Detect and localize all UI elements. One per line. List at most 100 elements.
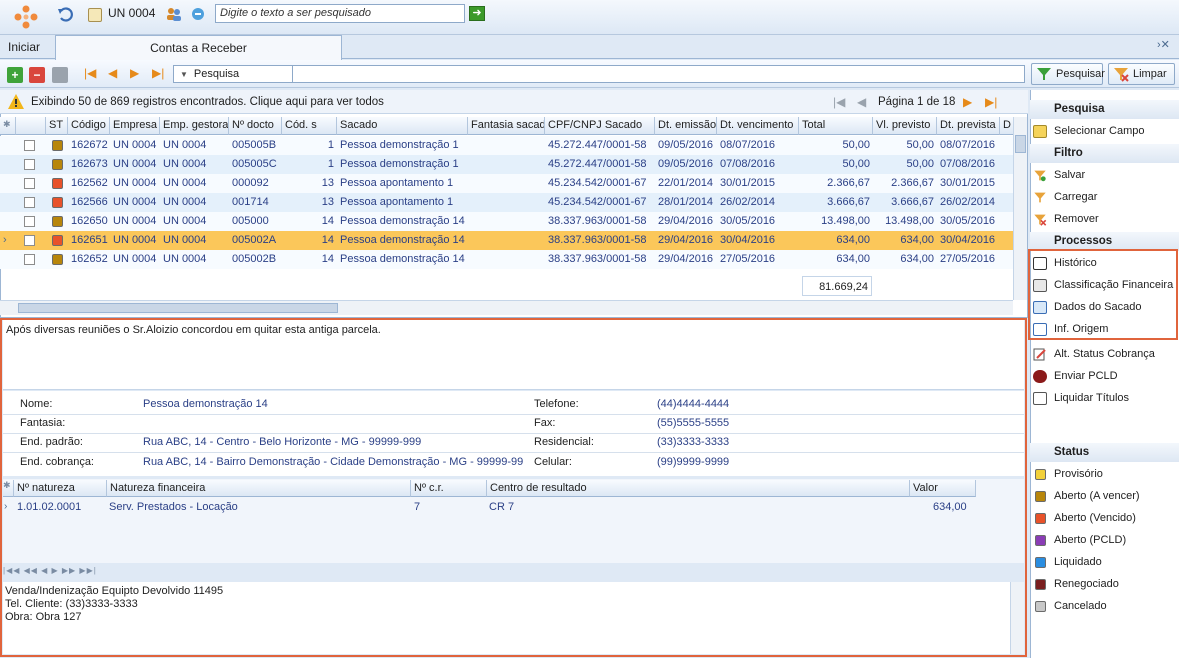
- status-legend-item[interactable]: Aberto (PCLD): [1033, 534, 1126, 546]
- add-icon[interactable]: +: [7, 67, 23, 83]
- table-cell-emissao: 29/04/2016: [658, 234, 714, 246]
- scroll-thumb[interactable]: [1015, 135, 1026, 153]
- app-logo-icon[interactable]: [10, 3, 42, 35]
- status-label: Cancelado: [1054, 600, 1107, 612]
- row-checkbox[interactable]: [24, 197, 35, 208]
- table-row[interactable]: 162672 UN 0004 UN 0004 005005B 1 Pessoa demon…: [0, 136, 1013, 155]
- table-cell-emissao: 29/04/2016: [658, 215, 714, 227]
- table-cell-previsto: 634,00: [900, 234, 934, 246]
- table-cell-gestora: UN 0004: [163, 139, 207, 151]
- search-value-input[interactable]: [292, 65, 1025, 83]
- grid-horizontal-scrollbar[interactable]: [0, 300, 1013, 315]
- grid-column-header[interactable]: Dt. vencimento: [717, 117, 799, 135]
- table-cell-cnpj: 38.337.963/0001-58: [548, 215, 647, 227]
- pesquisar-button[interactable]: Pesquisar: [1031, 63, 1105, 85]
- table-cell-total: 2.366,67: [827, 177, 870, 189]
- table-cell-previsto: 3.666,67: [891, 196, 934, 208]
- table-cell-cod: 13: [321, 196, 334, 208]
- first-record-icon[interactable]: |◀: [84, 66, 96, 80]
- grid-column-header[interactable]: Vl. previsto: [873, 117, 937, 135]
- grid-column-header[interactable]: Sacado: [337, 117, 468, 135]
- table-row-selected[interactable]: › 162651 UN 0004 UN 0004 005002A 14 Pessoa dem…: [0, 231, 1013, 250]
- alt-status-item[interactable]: Alt. Status Cobrança: [1033, 348, 1155, 361]
- enviar-pcld-item[interactable]: Enviar PCLD: [1033, 370, 1118, 383]
- grid-column-header[interactable]: Código: [68, 117, 110, 135]
- table-cell-fantasia: [468, 174, 545, 193]
- unit-label[interactable]: UN 0004: [108, 6, 155, 20]
- grid-column-header[interactable]: Dt. prevista: [937, 117, 1000, 135]
- table-row[interactable]: 162562 UN 0004 UN 0004 000092 13 Pessoa apont…: [0, 174, 1013, 193]
- tab-contas-a-receber[interactable]: Contas a Receber: [55, 35, 342, 60]
- row-checkbox[interactable]: [24, 216, 35, 227]
- previous-page-icon[interactable]: ◀: [857, 95, 866, 109]
- grid-column-header[interactable]: Empresa: [110, 117, 160, 135]
- table-cell-previsto: 2.366,67: [891, 177, 934, 189]
- search-go-button[interactable]: ➜: [469, 6, 485, 21]
- table-row[interactable]: 162650 UN 0004 UN 0004 005000 14 Pessoa demon…: [0, 212, 1013, 231]
- row-checkbox[interactable]: [24, 159, 35, 170]
- search-field-combo[interactable]: ▼ Pesquisa: [173, 65, 293, 83]
- table-cell-vencimento: 30/01/2015: [720, 177, 776, 189]
- hscroll-thumb[interactable]: [18, 303, 338, 313]
- remover-filtro-item[interactable]: Remover: [1033, 213, 1099, 226]
- status-legend-item[interactable]: Renegociado: [1033, 578, 1119, 590]
- grid-column-header[interactable]: Cód. s: [282, 117, 337, 135]
- grid-column-header[interactable]: CPF/CNPJ Sacado: [545, 117, 655, 135]
- next-page-icon[interactable]: ▶: [963, 95, 972, 109]
- tab-home[interactable]: Iniciar: [8, 40, 40, 54]
- grid-column-header[interactable]: Dt. emissão: [655, 117, 717, 135]
- table-cell-vencimento: 30/05/2016: [720, 215, 776, 227]
- status-legend-item[interactable]: Aberto (Vencido): [1033, 512, 1136, 524]
- table-row[interactable]: 162673 UN 0004 UN 0004 005005C 1 Pessoa demon…: [0, 155, 1013, 174]
- first-page-icon[interactable]: |◀: [833, 95, 845, 109]
- selecionar-campo-item[interactable]: Selecionar Campo: [1033, 125, 1145, 138]
- status-legend-item[interactable]: Provisório: [1033, 468, 1103, 480]
- calendar-icon[interactable]: [88, 8, 102, 22]
- undo-icon[interactable]: [56, 5, 76, 23]
- table-row[interactable]: 162566 UN 0004 UN 0004 001714 13 Pessoa apont…: [0, 193, 1013, 212]
- records-info-text[interactable]: Exibindo 50 de 869 registros encontrados…: [31, 96, 384, 108]
- table-cell-empresa: UN 0004: [113, 177, 157, 189]
- row-checkbox[interactable]: [24, 235, 35, 246]
- grid-column-header[interactable]: ST: [46, 117, 68, 135]
- table-cell-prevista: 30/05/2016: [940, 215, 996, 227]
- row-checkbox[interactable]: [24, 140, 35, 151]
- close-tab-icon[interactable]: ›✕: [1157, 38, 1170, 51]
- salvar-filtro-item[interactable]: Salvar: [1033, 169, 1085, 182]
- remove-icon[interactable]: −: [29, 67, 45, 83]
- table-cell-total: 3.666,67: [827, 196, 870, 208]
- carregar-filtro-item[interactable]: Carregar: [1033, 191, 1097, 203]
- last-page-icon[interactable]: ▶|: [985, 95, 997, 109]
- table-cell-previsto: 13.498,00: [885, 215, 934, 227]
- liquidar-item[interactable]: Liquidar Títulos: [1033, 392, 1129, 405]
- table-cell-prevista: 27/05/2016: [940, 253, 996, 265]
- table-cell-empresa: UN 0004: [113, 139, 157, 151]
- last-record-icon[interactable]: ▶|: [152, 66, 164, 80]
- row-checkbox[interactable]: [24, 178, 35, 189]
- global-search-input[interactable]: Digite o texto a ser pesquisado: [215, 4, 465, 23]
- status-color-icon: [1035, 579, 1046, 590]
- table-cell-gestora: UN 0004: [163, 177, 207, 189]
- table-cell-total: 13.498,00: [821, 215, 870, 227]
- status-legend-item[interactable]: Cancelado: [1033, 600, 1107, 612]
- status-legend-item[interactable]: Liquidado: [1033, 556, 1102, 568]
- status-legend-item[interactable]: Aberto (A vencer): [1033, 490, 1140, 502]
- table-cell-sacado: Pessoa apontamento 1: [340, 177, 454, 189]
- refresh-icon[interactable]: [189, 5, 209, 23]
- previous-record-icon[interactable]: ◀: [108, 66, 117, 80]
- next-record-icon[interactable]: ▶: [130, 66, 139, 80]
- table-cell-codigo: 162651: [71, 234, 108, 246]
- table-cell-codigo: 162673: [71, 158, 108, 170]
- grid-vertical-scrollbar[interactable]: [1013, 117, 1027, 300]
- users-icon[interactable]: [164, 5, 184, 23]
- row-checkbox[interactable]: [24, 254, 35, 265]
- limpar-button[interactable]: Limpar: [1108, 63, 1175, 85]
- grid-column-header[interactable]: Emp. gestora: [160, 117, 229, 135]
- status-label: Aberto (PCLD): [1054, 534, 1127, 546]
- grid-column-header[interactable]: Fantasia sacad: [468, 117, 545, 135]
- grid-column-header[interactable]: Nº docto: [229, 117, 282, 135]
- table-cell-sacado: Pessoa demonstração 1: [340, 139, 459, 151]
- print-icon[interactable]: [52, 67, 68, 83]
- table-row[interactable]: 162652 UN 0004 UN 0004 005002B 14 Pessoa demo…: [0, 250, 1013, 269]
- grid-column-header[interactable]: Total: [799, 117, 873, 135]
